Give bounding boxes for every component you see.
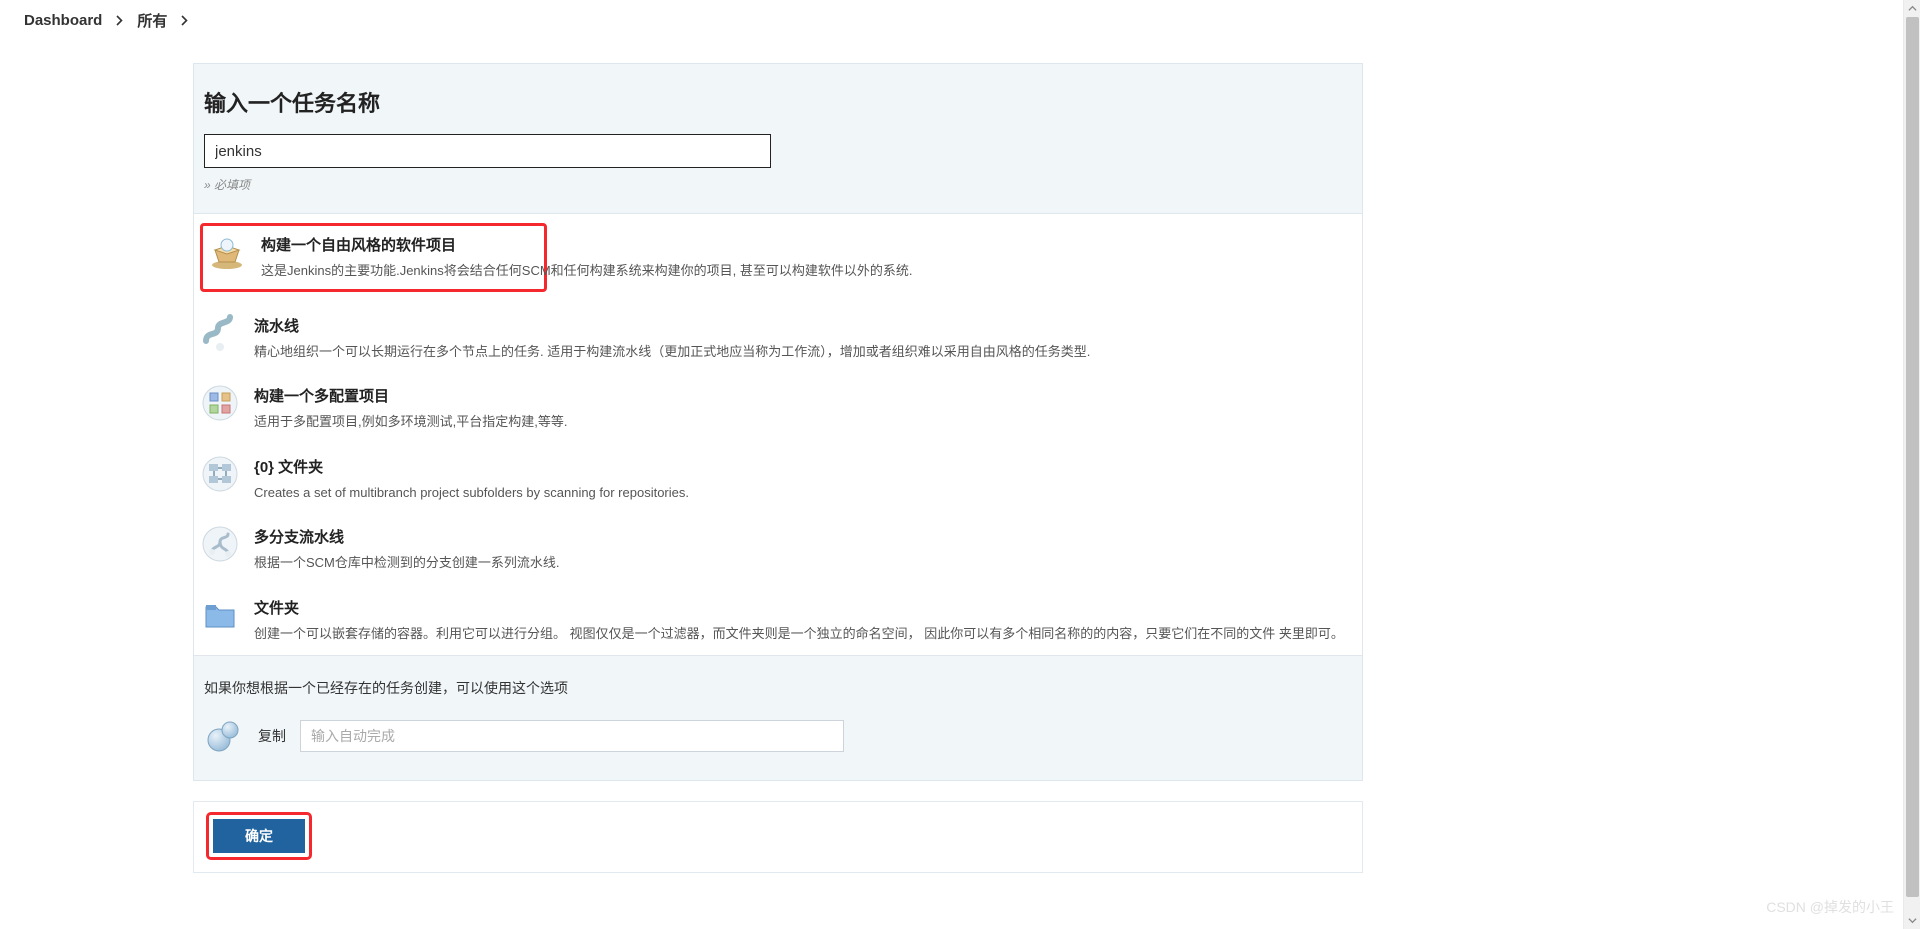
copy-message: 如果你想根据一个已经存在的任务创建，可以使用这个选项 <box>204 678 1352 698</box>
item-name-input[interactable] <box>204 134 771 168</box>
scroll-up-icon[interactable] <box>1904 0 1920 17</box>
multibranch-icon <box>200 524 240 564</box>
list-item-desc: 创建一个可以嵌套存储的容器。利用它可以进行分组。 视图仅仅是一个过滤器，而文件夹… <box>254 624 1356 644</box>
ok-button[interactable]: 确定 <box>213 819 305 853</box>
list-item-desc: 精心地组织一个可以长期运行在多个节点上的任务. 适用于构建流水线（更加正式地应当… <box>254 342 1356 362</box>
watermark: CSDN @掉发的小王 <box>1766 897 1894 917</box>
folder-icon <box>200 595 240 635</box>
list-item-multibranch-pipeline[interactable]: 多分支流水线 根据一个SCM仓库中检测到的分支创建一系列流水线. <box>194 514 1362 585</box>
list-item-multiconfig[interactable]: 构建一个多配置项目 适用于多配置项目,例如多环境测试,平台指定构建,等等. <box>194 373 1362 444</box>
pipeline-icon <box>200 313 240 353</box>
scrollbar-thumb[interactable] <box>1906 17 1919 897</box>
copy-panel: 如果你想根据一个已经存在的任务创建，可以使用这个选项 复制 <box>193 656 1363 781</box>
list-item-freestyle[interactable]: 构建一个自由风格的软件项目 这是Jenkins的主要功能.Jenkins将会结合… <box>194 214 1362 303</box>
list-item-pipeline[interactable]: 流水线 精心地组织一个可以长期运行在多个节点上的任务. 适用于构建流水线（更加正… <box>194 303 1362 374</box>
copy-icon <box>204 716 244 756</box>
chevron-right-icon[interactable] <box>116 15 123 26</box>
required-hint: » 必填项 <box>204 176 1352 193</box>
list-item-title: 多分支流水线 <box>254 526 1356 547</box>
freestyle-icon <box>207 232 247 272</box>
breadcrumb-all[interactable]: 所有 <box>137 10 167 31</box>
breadcrumb: Dashboard 所有 <box>0 0 1920 43</box>
vertical-scrollbar[interactable] <box>1903 0 1920 929</box>
list-item-title: 流水线 <box>254 315 1356 336</box>
list-item-folder[interactable]: 文件夹 创建一个可以嵌套存储的容器。利用它可以进行分组。 视图仅仅是一个过滤器，… <box>194 585 1362 656</box>
list-item-desc: 适用于多配置项目,例如多环境测试,平台指定构建,等等. <box>254 412 1356 432</box>
copy-label: 复制 <box>258 726 286 746</box>
list-item-title: 构建一个自由风格的软件项目 <box>261 234 913 255</box>
list-item-title: 文件夹 <box>254 597 1356 618</box>
list-item-title: 构建一个多配置项目 <box>254 385 1356 406</box>
breadcrumb-dashboard[interactable]: Dashboard <box>24 12 102 29</box>
list-item-desc: 这是Jenkins的主要功能.Jenkins将会结合任何SCM和任何构建系统来构… <box>261 261 913 281</box>
item-type-list: 构建一个自由风格的软件项目 这是Jenkins的主要功能.Jenkins将会结合… <box>193 214 1363 656</box>
scroll-down-icon[interactable] <box>1904 912 1920 929</box>
copy-from-input[interactable] <box>300 720 844 752</box>
name-panel: 输入一个任务名称 » 必填项 <box>193 63 1363 214</box>
chevron-right-icon[interactable] <box>181 15 188 26</box>
heading-enter-item-name: 输入一个任务名称 <box>204 86 1352 118</box>
footer: 确定 <box>193 801 1363 873</box>
list-item-desc: 根据一个SCM仓库中检测到的分支创建一系列流水线. <box>254 553 1356 573</box>
list-item-folder-scan[interactable]: {0} 文件夹 Creates a set of multibranch pro… <box>194 444 1362 515</box>
multiconfig-icon <box>200 383 240 423</box>
repo-scan-icon <box>200 454 240 494</box>
list-item-title: {0} 文件夹 <box>254 456 1356 477</box>
list-item-desc: Creates a set of multibranch project sub… <box>254 483 1356 503</box>
